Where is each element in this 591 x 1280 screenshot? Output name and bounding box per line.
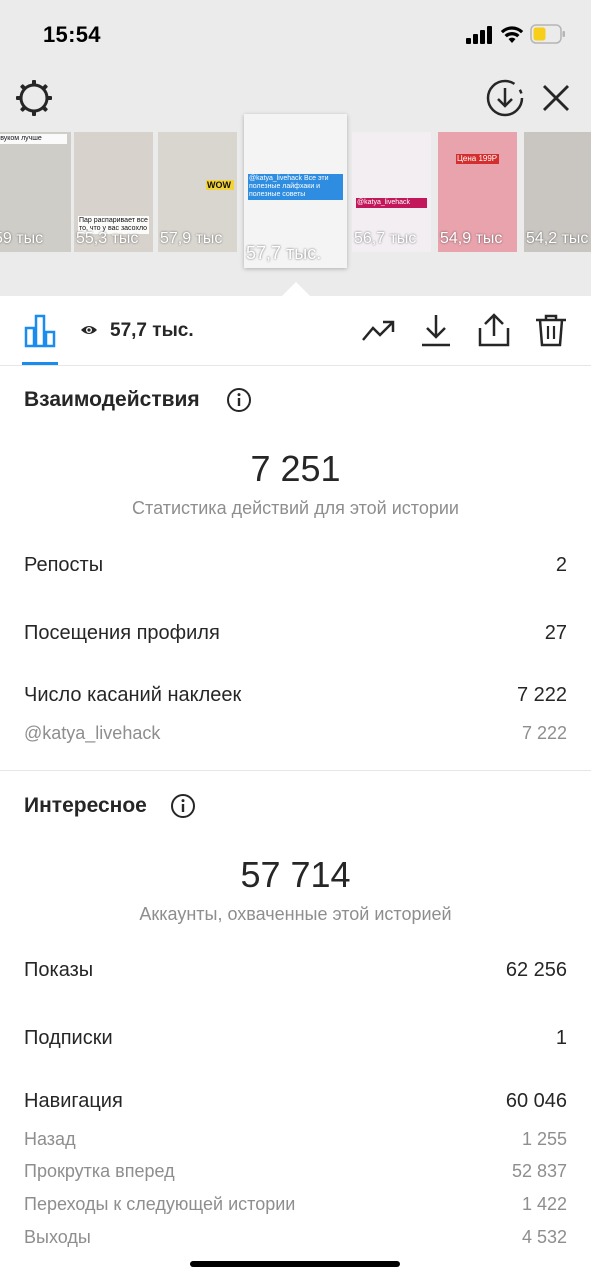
bar-chart-icon[interactable] <box>22 312 58 348</box>
interactions-title: Взаимодействия <box>24 388 200 411</box>
gear-icon[interactable] <box>14 78 54 118</box>
story-thumbnail[interactable]: Пар распаривает все то, что у вас засохл… <box>74 132 153 252</box>
forward-label: Прокрутка вперед <box>24 1161 175 1181</box>
trash-icon[interactable] <box>533 312 569 348</box>
impressions-label: Показы <box>24 959 94 981</box>
navigation-value: 60 046 <box>505 1090 567 1112</box>
thumbnail-views: 54,9 тыс <box>440 230 503 247</box>
back-value: 1 255 <box>521 1129 567 1149</box>
reposts-label: Репосты <box>24 554 104 576</box>
thumbnail-views: 57,9 тыс <box>160 230 223 247</box>
thumbnail-views: 54,2 тыс <box>526 230 589 247</box>
profile-visits-label: Посещения профиля <box>24 622 220 644</box>
thumbnail-views: 59 тыс <box>0 230 44 247</box>
interactions-total: 7 251 <box>250 448 341 489</box>
next-story-value: 1 422 <box>521 1194 567 1214</box>
share-icon[interactable] <box>476 312 512 348</box>
thumbnail-views: 57,7 тыс. <box>246 243 322 263</box>
mention-sticker-label: @katya_livehack <box>24 723 161 743</box>
story-toolbar: 57,7 тыс. <box>0 296 591 366</box>
download-icon[interactable] <box>418 312 454 348</box>
mention-sticker-value: 7 222 <box>521 723 567 743</box>
signal-icon <box>466 26 494 44</box>
info-icon[interactable] <box>170 793 196 819</box>
follows-label: Подписки <box>24 1027 113 1049</box>
thumbnail-caption: Цена 199Р <box>456 154 499 164</box>
thumbnail-caption: @katya_livehack Все эти полезные лайфхак… <box>248 174 343 200</box>
sticker-taps-label: Число касаний наклеек <box>24 684 242 706</box>
exits-value: 4 532 <box>521 1227 567 1247</box>
story-thumbnail[interactable]: звуком лучше 59 тыс <box>0 132 71 252</box>
exits-label: Выходы <box>24 1227 91 1247</box>
active-tab-indicator <box>22 362 58 365</box>
story-thumbnail-active[interactable]: @katya_livehack Все эти полезные лайфхак… <box>244 114 347 268</box>
story-thumbnail[interactable]: 54,2 тыс <box>524 132 591 252</box>
download-circle-icon[interactable] <box>485 78 525 118</box>
reposts-value: 2 <box>555 554 567 576</box>
discovery-total: 57 714 <box>240 854 351 895</box>
thumbnail-views: 55,3 тыс <box>76 230 139 247</box>
thumbnail-caption: звуком лучше <box>0 134 67 144</box>
toolbar-views-count: 57,7 тыс. <box>110 320 194 341</box>
info-icon[interactable] <box>226 387 252 413</box>
sticker-taps-value: 7 222 <box>516 684 567 706</box>
next-story-label: Переходы к следующей истории <box>24 1194 296 1214</box>
home-indicator <box>190 1261 400 1267</box>
section-divider <box>0 770 591 771</box>
discovery-title: Интересное <box>24 794 147 817</box>
status-time: 15:54 <box>43 22 101 47</box>
wifi-icon <box>500 26 524 43</box>
story-thumbnails-strip[interactable]: звуком лучше 59 тыс Пар распаривает все … <box>0 114 591 268</box>
thumbnail-caption: WOW <box>206 180 234 190</box>
active-story-pointer <box>282 282 310 296</box>
story-thumbnail[interactable]: WOW 57,9 тыс <box>158 132 237 252</box>
close-icon[interactable] <box>538 80 574 116</box>
battery-icon <box>530 24 565 44</box>
story-thumbnail[interactable]: Цена 199Р 54,9 тыс <box>438 132 517 252</box>
impressions-value: 62 256 <box>505 959 567 981</box>
interactions-subtitle: Статистика действий для этой истории <box>132 498 459 518</box>
profile-visits-value: 27 <box>544 622 567 644</box>
story-thumbnail[interactable]: @katya_livehack 56,7 тыс <box>352 132 431 252</box>
discovery-subtitle: Аккаунты, охваченные этой историей <box>139 904 452 924</box>
thumbnail-caption: @katya_livehack <box>356 198 427 208</box>
story-preview-area: 15:54 звуком лучше 9 тыс Пар распаривает… <box>0 0 591 296</box>
forward-value: 52 837 <box>511 1161 567 1181</box>
follows-value: 1 <box>555 1027 567 1049</box>
thumbnail-views: 56,7 тыс <box>354 230 417 247</box>
trending-icon[interactable] <box>361 312 397 348</box>
back-label: Назад <box>24 1129 76 1149</box>
navigation-label: Навигация <box>24 1090 123 1112</box>
status-bar: 15:54 <box>0 0 591 70</box>
eye-icon <box>81 326 97 334</box>
